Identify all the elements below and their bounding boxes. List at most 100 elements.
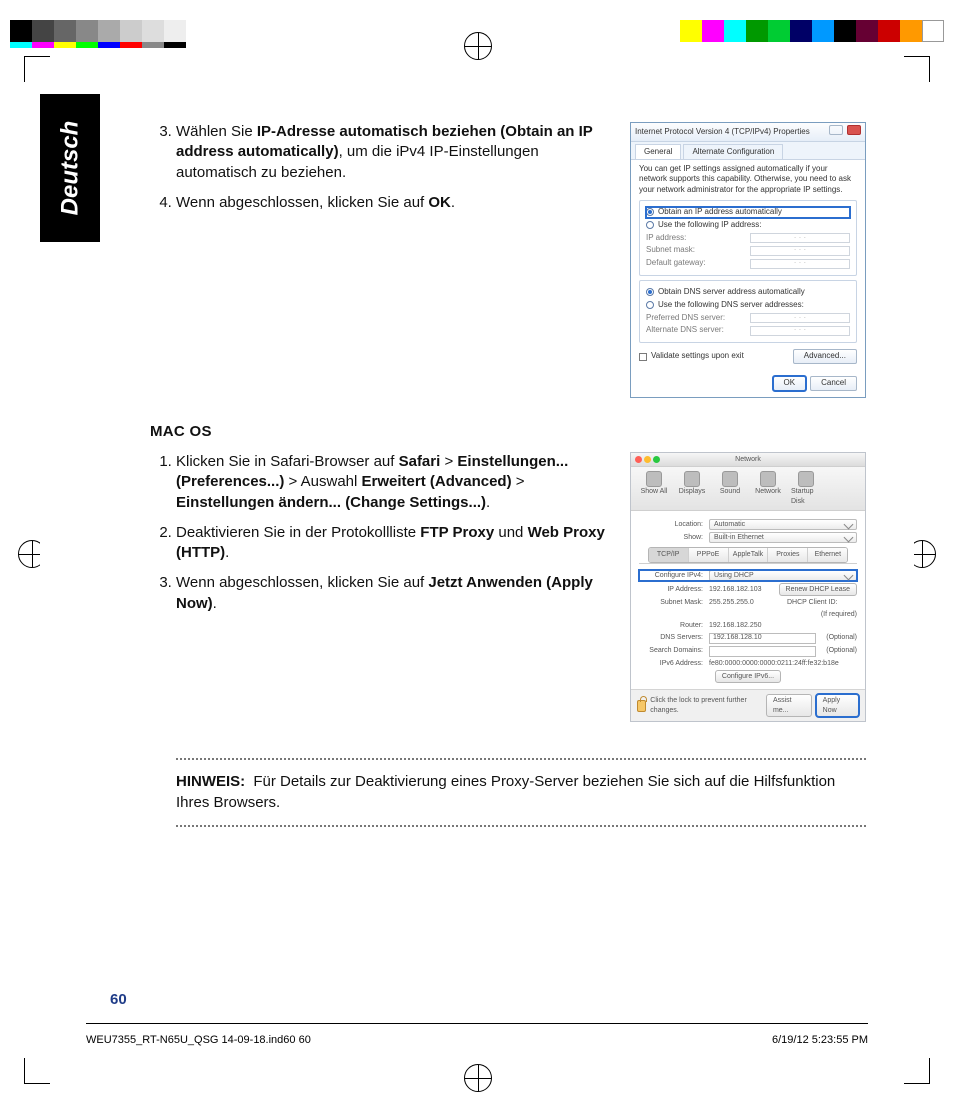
lock-text: Click the lock to prevent further change… xyxy=(650,696,766,715)
lock-icon[interactable] xyxy=(637,700,646,712)
mac-tabs: TCP/IP PPPoE AppleTalk Proxies Ethernet xyxy=(648,547,849,562)
colorbar-left xyxy=(10,20,186,42)
toolbar-showall[interactable]: Show All xyxy=(639,471,669,506)
tab-tcpip[interactable]: TCP/IP xyxy=(649,548,689,561)
text: > xyxy=(512,473,525,490)
text: > Auswahl xyxy=(284,473,361,490)
tab-pppoe[interactable]: PPPoE xyxy=(689,548,729,561)
bold-text: Safari xyxy=(399,453,441,470)
toolbar-network[interactable]: Network xyxy=(753,471,783,506)
hint: (If required) xyxy=(821,610,857,619)
mac-title: Network xyxy=(735,456,761,463)
ip-value: 192.168.182.103 xyxy=(709,585,773,594)
text: Wenn abgeschlossen, klicken Sie auf xyxy=(176,574,428,591)
tab-proxies[interactable]: Proxies xyxy=(768,548,808,561)
disk-icon xyxy=(798,471,814,487)
value: Automatic xyxy=(714,520,745,529)
page-content: Wählen Sie IP-Adresse automatisch bezieh… xyxy=(150,122,866,827)
dialog-title: Internet Protocol Version 4 (TCP/IPv4) P… xyxy=(635,127,810,138)
dns-input[interactable]: 192.168.128.10 xyxy=(709,633,816,644)
value: 192.168.128.10 xyxy=(713,633,762,642)
show-select[interactable]: Built-in Ethernet xyxy=(709,532,857,543)
traffic-lights xyxy=(635,456,660,463)
language-label: Deutsch xyxy=(56,121,84,216)
opt-auto-ip[interactable]: Obtain an IP address automatically xyxy=(658,207,782,218)
steps-list-b: Klicken Sie in Safari-Browser auf Safari… xyxy=(150,452,614,614)
toolbar-sound[interactable]: Sound xyxy=(715,471,745,506)
close-icon[interactable] xyxy=(847,125,861,135)
toolbar-startup[interactable]: Startup Disk xyxy=(791,471,821,506)
opt-auto-dns[interactable]: Obtain DNS server address automatically xyxy=(658,287,805,298)
checkbox-icon[interactable] xyxy=(639,353,647,361)
configure-ipv6-button[interactable]: Configure IPv6... xyxy=(715,670,781,683)
opt-manual-ip[interactable]: Use the following IP address: xyxy=(658,220,761,231)
mask-value: 255.255.255.0 xyxy=(709,598,781,607)
hint: (Optional) xyxy=(826,633,857,642)
toolbar-displays[interactable]: Displays xyxy=(677,471,707,506)
sound-icon xyxy=(722,471,738,487)
grid-icon xyxy=(646,471,662,487)
text: Wählen Sie xyxy=(176,123,257,140)
advanced-button[interactable]: Advanced... xyxy=(793,349,857,364)
text: . xyxy=(486,494,490,511)
tab-appletalk[interactable]: AppleTalk xyxy=(729,548,769,561)
footer-rule xyxy=(86,1023,868,1024)
dns2-input: · · · xyxy=(750,326,850,336)
radio-icon[interactable] xyxy=(646,301,654,309)
tab-ethernet[interactable]: Ethernet xyxy=(808,548,847,561)
globe-icon xyxy=(760,471,776,487)
mac-step-2: Deaktivieren Sie in der Protokollliste F… xyxy=(176,523,614,564)
note-box: HINWEIS: Für Details zur Deaktivierung e… xyxy=(176,758,866,827)
text: > xyxy=(440,453,457,470)
label: IPv6 Address: xyxy=(639,659,703,668)
radio-icon[interactable] xyxy=(646,221,654,229)
windows-ipv4-dialog: Internet Protocol Version 4 (TCP/IPv4) P… xyxy=(630,122,866,398)
bold-text: Einstellungen ändern... (Change Settings… xyxy=(176,494,486,511)
text: Deaktivieren Sie in der Protokollliste xyxy=(176,524,420,541)
text: und xyxy=(494,524,527,541)
assist-button[interactable]: Assist me... xyxy=(766,694,812,717)
steps-list-a: Wählen Sie IP-Adresse automatisch bezieh… xyxy=(150,122,614,213)
label: DNS Servers: xyxy=(639,633,703,642)
zoom-icon[interactable] xyxy=(653,456,660,463)
configure-ipv4-select[interactable]: Using DHCP xyxy=(709,570,857,581)
mask-input: · · · xyxy=(750,246,850,256)
apply-now-button[interactable]: Apply Now xyxy=(816,694,859,717)
minimize-icon[interactable] xyxy=(644,456,651,463)
value: Built-in Ethernet xyxy=(714,533,764,542)
language-sidetab: Deutsch xyxy=(40,94,100,242)
search-domains-input[interactable] xyxy=(709,646,816,657)
label: Displays xyxy=(679,487,705,496)
label: Search Domains: xyxy=(639,646,703,655)
footer-left: WEU7355_RT-N65U_QSG 14-09-18.ind60 60 xyxy=(86,1034,311,1046)
help-icon[interactable] xyxy=(829,125,843,135)
mac-step-1: Klicken Sie in Safari-Browser auf Safari… xyxy=(176,452,614,513)
close-icon[interactable] xyxy=(635,456,642,463)
ipv6-value: fe80:0000:0000:0000:0211:24ff:fe32:b18e xyxy=(709,659,839,668)
colorbar-right xyxy=(680,20,944,42)
tab-general[interactable]: General xyxy=(635,144,681,159)
text: . xyxy=(213,595,217,612)
cancel-button[interactable]: Cancel xyxy=(810,376,857,391)
footer-right: 6/19/12 5:23:55 PM xyxy=(772,1034,868,1046)
location-select[interactable]: Automatic xyxy=(709,519,857,530)
tab-alternate[interactable]: Alternate Configuration xyxy=(683,144,783,159)
dialog-info-text: You can get IP settings assigned automat… xyxy=(639,164,857,196)
label-mask: Subnet mask: xyxy=(646,245,695,256)
renew-lease-button[interactable]: Renew DHCP Lease xyxy=(779,583,857,596)
page-area: Deutsch Wählen Sie IP-Adresse automatisc… xyxy=(40,64,914,1064)
label: Startup Disk xyxy=(791,487,821,506)
chk-validate-label[interactable]: Validate settings upon exit xyxy=(651,351,744,362)
radio-icon[interactable] xyxy=(646,288,654,296)
ok-button[interactable]: OK xyxy=(773,376,807,391)
display-icon xyxy=(684,471,700,487)
step-3: Wählen Sie IP-Adresse automatisch bezieh… xyxy=(176,122,614,183)
step-4: Wenn abgeschlossen, klicken Sie auf OK. xyxy=(176,193,614,213)
value: Using DHCP xyxy=(714,571,754,580)
label: Router: xyxy=(639,621,703,630)
footer: WEU7355_RT-N65U_QSG 14-09-18.ind60 60 6/… xyxy=(86,1034,868,1046)
ip-input: · · · xyxy=(750,233,850,243)
radio-icon[interactable] xyxy=(646,208,654,216)
opt-manual-dns[interactable]: Use the following DNS server addresses: xyxy=(658,300,804,311)
label: Network xyxy=(755,487,781,496)
